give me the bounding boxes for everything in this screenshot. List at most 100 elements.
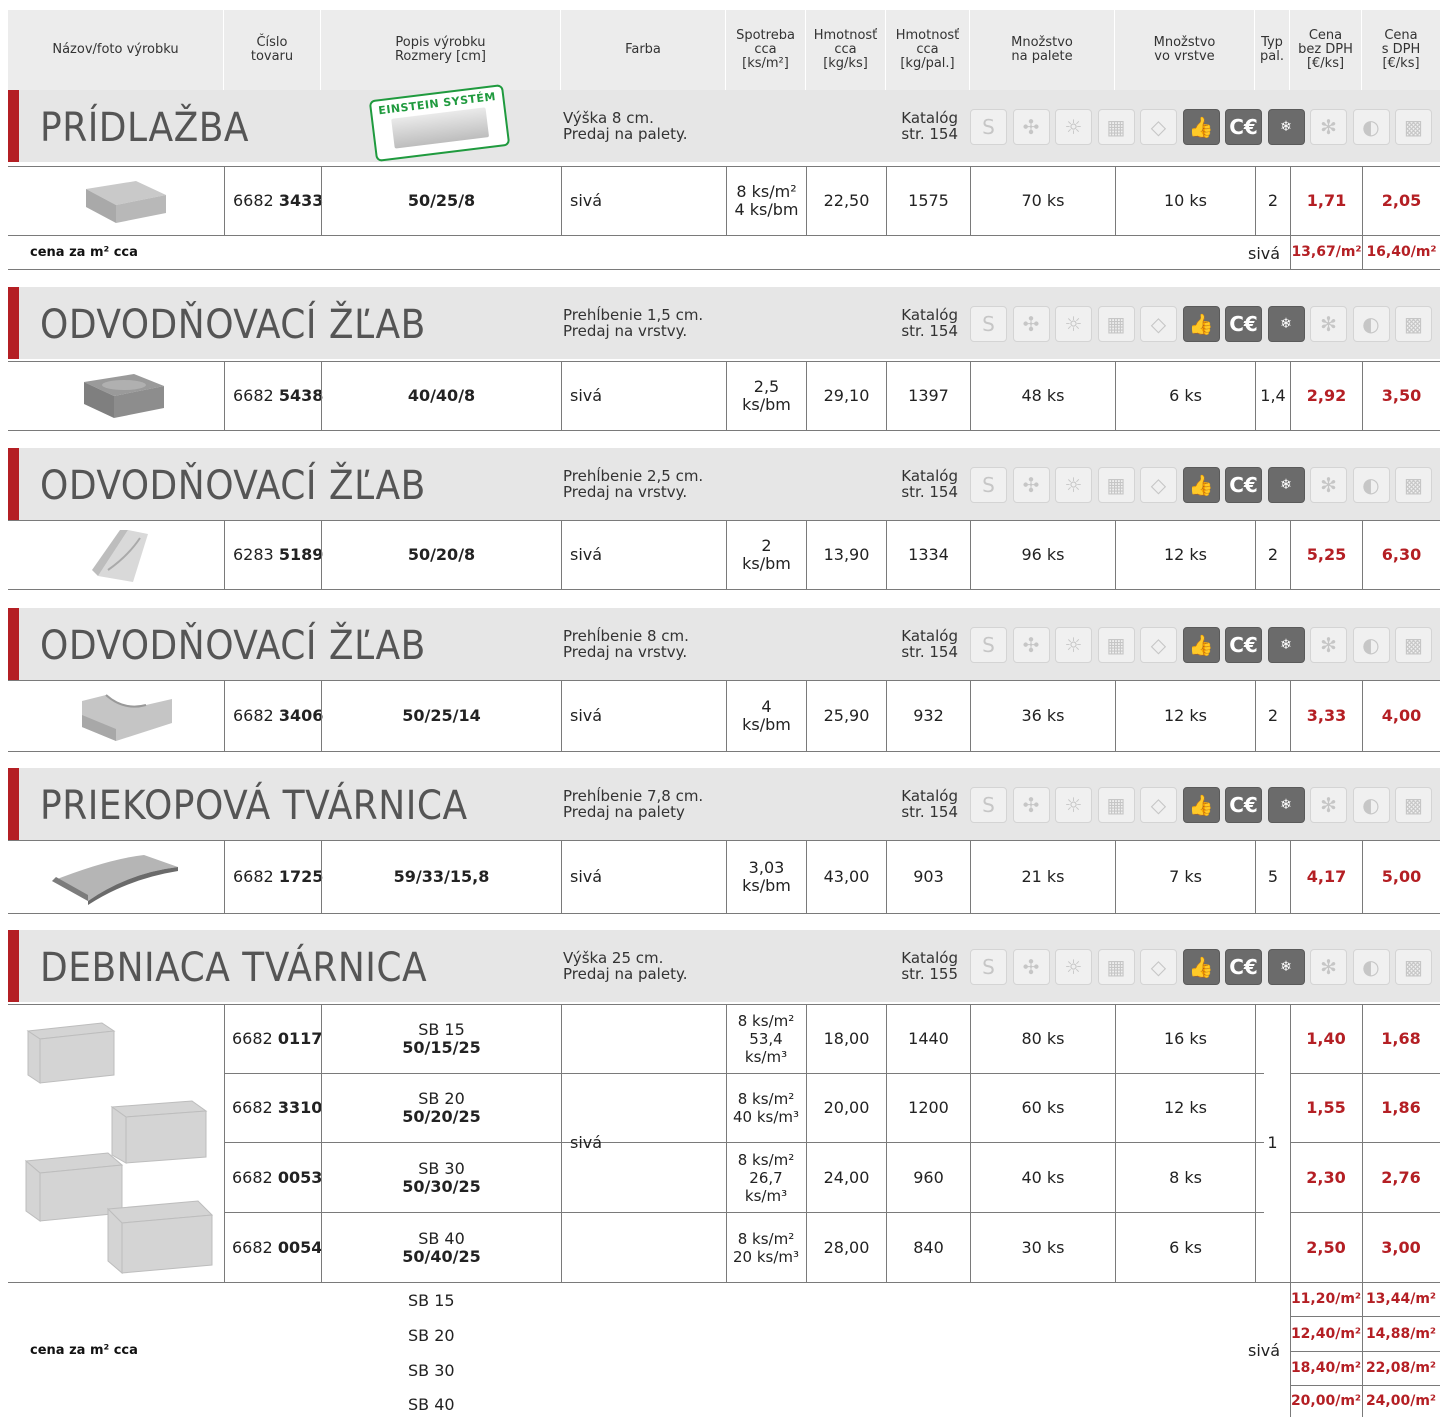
section-description: Výška 25 cm. Predaj na palety. [563,949,688,983]
weight-piece: 24,00 [806,1143,886,1212]
bulb-icon: ☼ [1055,109,1092,145]
qty-pallet: 30 ks [970,1213,1115,1283]
snowflake-icon: ✻ [1310,306,1347,342]
s-logo-icon: S [970,627,1007,663]
section-description: Prehĺbenie 2,5 cm. Predaj na vrstvy. [563,467,704,501]
qty-layer: 12 ks [1115,521,1255,589]
s-logo-icon: S [970,787,1007,823]
texture-icon: ▩ [1395,109,1432,145]
table-row: 6283 5189 50/20/8 sivá 2 ks/bm 13,90 133… [8,520,1440,590]
summary-block: cena za m² cca sivá SB 15 11,20/m² 13,44… [8,1283,1440,1417]
section-accent-bar [8,608,19,680]
diamond-icon: ◇ [1140,787,1177,823]
weight-pallet: 932 [886,681,970,751]
bulb-icon: ☼ [1055,949,1092,985]
product-image [48,851,183,909]
bulb-icon: ☼ [1055,787,1092,823]
thumbs-up-icon: 👍 [1182,109,1220,145]
summary-color: sivá [1248,244,1281,263]
price-no-vat: 1,55 [1306,1098,1346,1117]
header-weight-pallet: Hmotnosť cca [kg/pal.] [886,10,970,90]
ce-mark-icon: C€ [1225,109,1262,145]
header-price-no-vat: Cena bez DPH [€/ks] [1290,10,1362,90]
product-image [76,370,171,428]
qty-pallet: 36 ks [970,681,1115,751]
summary-price: 13,67/m² [1290,236,1362,269]
consumption: 3,03 ks/bm [726,841,806,913]
price-no-vat: 2,50 [1306,1238,1346,1257]
weight-pallet: 1440 [886,1005,970,1073]
thumbs-up-icon: 👍 [1182,627,1220,663]
brick-icon: ▦ [1097,949,1135,985]
weight-pallet: 1397 [886,362,970,430]
product-dimensions: 50/40/25 [402,1247,481,1266]
drop-icon: ◐ [1352,787,1390,823]
weight-piece: 25,90 [806,681,886,751]
product-dimensions: 40/40/8 [321,362,561,430]
table-row: 6682 1725 59/33/15,8 sivá 3,03 ks/bm 43,… [8,840,1440,914]
frost-water-icon: ❄ [1267,627,1305,663]
weight-pallet: 960 [886,1143,970,1212]
section-title: ODVODŇOVACÍ ŽĽAB [40,463,426,509]
consumption: 8 ks/m² 53,4 ks/m³ [737,1012,795,1066]
product-image [76,689,176,749]
pallet-type: 2 [1255,521,1290,589]
table-row: 6682 3406 50/25/14 sivá 4 ks/bm 25,90 93… [8,680,1440,752]
summary-price-vat: 13,44/m² [1365,1291,1437,1307]
catalog-reference: Katalóg str. 154 [901,467,958,501]
item-number: 6682 1725 [224,841,324,913]
product-description: SB 20 50/20/25 [321,1074,561,1142]
summary-color: sivá [1248,1341,1281,1360]
product-image [76,177,171,231]
table-block: sivá 1 6682 0117 SB 15 50/15/25 8 ks/m² 5… [8,1004,1440,1283]
item-number: 6682 0053 [224,1143,322,1212]
texture-icon: ▩ [1395,306,1432,342]
header-color: Farba [561,10,726,90]
product-image [22,1015,217,1281]
item-number: 6682 5438 [224,362,323,430]
section-description: Prehĺbenie 7,8 cm. Predaj na palety [563,787,704,821]
s-logo-icon: S [970,109,1007,145]
header-qty-pallet: Množstvo na palete [970,10,1115,90]
code-prefix: 6682 [233,386,274,405]
texture-icon: ▩ [1395,627,1432,663]
summary-price-vat: 16,40/m² [1362,236,1440,269]
code-suffix: 1725 [278,867,324,886]
code-prefix: 6682 [232,1238,273,1257]
product-image [88,526,158,590]
texture-icon: ▩ [1395,787,1432,823]
summary-price-vat: 22,08/m² [1365,1360,1437,1376]
snowflake-icon: ✻ [1310,467,1347,503]
section-description: Výška 8 cm. Predaj na palety. [563,109,688,143]
pattern-icon: ✣ [1012,627,1050,663]
snowflake-icon: ✻ [1310,627,1347,663]
code-suffix: 5189 [278,545,324,564]
summary-product-name: SB 40 [408,1395,455,1414]
header-description: Popis výrobku Rozmery [cm] [321,10,561,90]
product-description: SB 40 50/40/25 [321,1213,561,1283]
pattern-icon: ✣ [1012,787,1050,823]
product-color: sivá [561,167,726,235]
section-band: ODVODŇOVACÍ ŽĽAB Prehĺbenie 1,5 cm. Pred… [8,287,1440,359]
section-accent-bar [8,768,19,840]
consumption: 8 ks/m² 20 ks/m³ [732,1230,800,1266]
price-no-vat: 5,25 [1290,521,1362,589]
qty-layer: 12 ks [1115,681,1255,751]
section-title: PRÍDLAŽBA [40,105,250,151]
catalog-reference: Katalóg str. 154 [901,627,958,661]
pallet-type: 2 [1255,681,1290,751]
product-dimensions: 50/15/25 [402,1038,481,1057]
price-vat: 3,00 [1381,1238,1421,1257]
weight-pallet: 903 [886,841,970,913]
product-color: sivá [570,1133,603,1152]
product-color: sivá [561,841,726,913]
section-accent-bar [8,930,19,1002]
drop-icon: ◐ [1352,949,1390,985]
price-no-vat: 4,17 [1290,841,1362,913]
frost-water-icon: ❄ [1267,306,1305,342]
consumption: 8 ks/m² 26,7 ks/m³ [737,1150,795,1205]
pallet-type: 1,4 [1255,362,1290,430]
price-vat: 3,50 [1362,362,1440,430]
qty-layer: 6 ks [1115,1213,1255,1283]
pattern-icon: ✣ [1012,949,1050,985]
